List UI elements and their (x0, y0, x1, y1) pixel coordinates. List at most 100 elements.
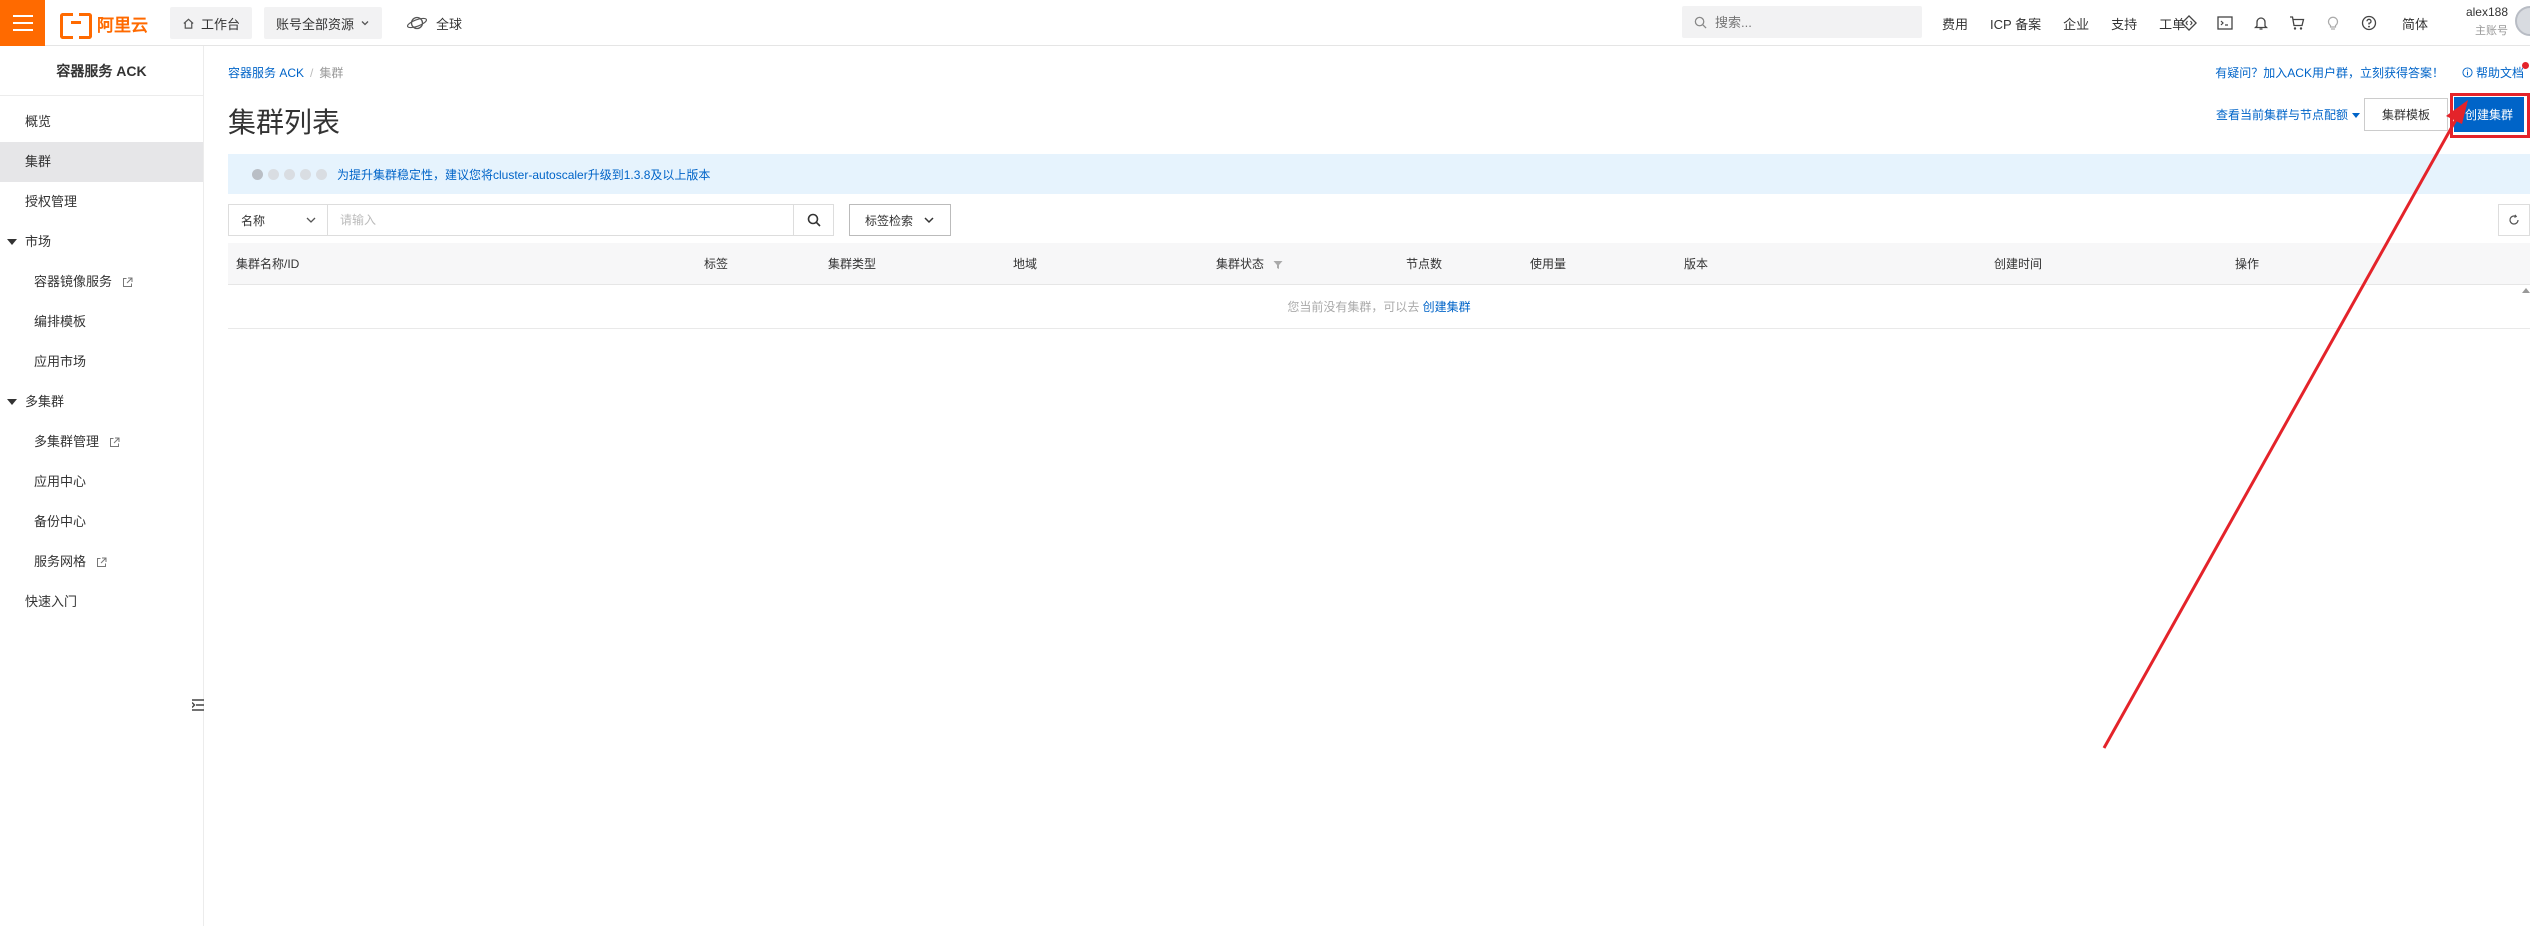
column-header-name: 集群名称/ID (236, 257, 300, 271)
top-navigation-bar: 阿里云 工作台 账号全部资源 全球 费用 ICP 备案 企业 支持 工单 简体 … (0, 0, 2530, 46)
nav-link-support[interactable]: 支持 (2111, 14, 2137, 33)
sidebar-group-market[interactable]: 市场 (0, 222, 203, 262)
help-docs-label: 帮助文档 (2475, 66, 2524, 80)
join-user-group-link[interactable]: 有疑问？加入ACK用户群，立刻获得答案！ (2215, 64, 2444, 81)
account-role: 主账号 (2475, 25, 2508, 37)
region-selector[interactable]: 全球 (406, 7, 462, 39)
username: alex188 (2465, 5, 2508, 19)
lightbulb-icon[interactable] (2324, 14, 2342, 32)
sidebar-item-app-market[interactable]: 应用市场 (0, 342, 203, 382)
column-header-tags: 标签 (704, 257, 729, 271)
sidebar-item-clusters[interactable]: 集群 (0, 142, 203, 182)
region-label: 全球 (436, 16, 463, 32)
account-scope-label: 账号全部资源 (276, 16, 355, 32)
sidebar-item-multicluster-management[interactable]: 多集群管理 (0, 422, 203, 462)
cluster-table-header: 集群名称/ID 标签 集群类型 地域 集群状态 节点数 使用量 版本 创建时间 … (228, 243, 2530, 285)
avatar[interactable] (2515, 6, 2530, 36)
filter-icon (1273, 260, 1283, 269)
chevron-down-icon (924, 217, 934, 224)
column-header-usage: 使用量 (1530, 257, 1567, 271)
page-title: 集群列表 (228, 107, 341, 138)
sidebar-group-multicluster[interactable]: 多集群 (0, 382, 203, 422)
breadcrumb-current: 集群 (319, 66, 344, 80)
global-search-input[interactable] (1715, 14, 1905, 30)
top-nav-icons (2180, 0, 2378, 46)
breadcrumb-separator: / (310, 66, 314, 80)
upgrade-notice-banner: 为提升集群稳定性，建议您将cluster-autoscaler升级到1.3.8及… (228, 154, 2530, 194)
aliyun-logo[interactable]: 阿里云 (60, 11, 148, 39)
nav-link-icp[interactable]: ICP 备案 (1990, 14, 2041, 33)
help-icon[interactable] (2360, 14, 2378, 32)
help-links: 有疑问？加入ACK用户群，立刻获得答案！ 帮助文档 (2215, 64, 2524, 81)
tag-filter-label: 标签检索 (864, 213, 913, 228)
terminal-icon[interactable] (2216, 14, 2234, 32)
search-button[interactable] (794, 204, 834, 236)
caret-down-icon (7, 399, 17, 405)
cluster-template-button[interactable]: 集群模板 (2364, 98, 2448, 131)
sidebar-group-market-label: 市场 (25, 234, 52, 249)
column-header-actions: 操作 (2235, 257, 2260, 271)
sidebar-item-backup-center[interactable]: 备份中心 (0, 502, 203, 542)
globe-icon (406, 16, 428, 30)
cluster-search-input[interactable] (328, 204, 794, 236)
account-scope-dropdown[interactable]: 账号全部资源 (264, 7, 383, 39)
sidebar-title: 容器服务 ACK (0, 46, 203, 96)
bell-icon[interactable] (2252, 14, 2270, 32)
column-header-nodes: 节点数 (1406, 257, 1443, 271)
filter-row: 名称 标签检索 (228, 204, 951, 236)
help-circle-icon (2462, 67, 2473, 78)
hamburger-menu-icon[interactable] (0, 0, 45, 46)
aliyun-logo-mark (60, 13, 92, 39)
create-cluster-button[interactable]: 创建集群 (2454, 97, 2524, 132)
caret-down-icon (7, 239, 17, 245)
top-nav-links: 费用 ICP 备案 企业 支持 工单 (1942, 0, 2185, 46)
column-header-status[interactable]: 集群状态 (1216, 243, 1283, 285)
external-link-icon (96, 557, 107, 568)
global-search-box[interactable] (1682, 6, 1922, 38)
nav-link-enterprise[interactable]: 企业 (2063, 14, 2089, 33)
cluster-quota-link[interactable]: 查看当前集群与节点配额 (2216, 106, 2361, 123)
sidebar-group-multicluster-label: 多集群 (25, 394, 65, 409)
code-icon[interactable] (2180, 14, 2198, 32)
external-link-icon (109, 437, 120, 448)
banner-text: 为提升集群稳定性，建议您将cluster-autoscaler升级到1.3.8及… (337, 167, 711, 182)
external-link-icon (122, 277, 133, 288)
main-content: 容器服务 ACK / 集群 有疑问？加入ACK用户群，立刻获得答案！ 帮助文档 集群… (204, 46, 2530, 926)
sidebar-item-label: 容器镜像服务 (34, 274, 113, 289)
loading-dots-icon (252, 168, 327, 180)
sidebar-item-label: 服务网格 (34, 554, 87, 569)
help-docs-link[interactable]: 帮助文档 (2462, 64, 2524, 81)
chevron-down-icon (306, 217, 316, 223)
search-icon (1694, 16, 1707, 29)
chevron-down-icon (361, 21, 369, 26)
sidebar-item-quick-start[interactable]: 快速入门 (0, 582, 203, 622)
search-field-select[interactable]: 名称 (228, 204, 328, 236)
sidebar-item-service-mesh[interactable]: 服务网格 (0, 542, 203, 582)
notification-dot (2522, 62, 2529, 69)
breadcrumb-root[interactable]: 容器服务 ACK (228, 66, 304, 80)
user-account-info[interactable]: alex188 主账号 (2460, 5, 2508, 38)
column-header-version: 版本 (1684, 257, 1709, 271)
sidebar-item-label: 多集群管理 (34, 434, 100, 449)
sidebar-item-templates[interactable]: 编排模板 (0, 302, 203, 342)
sidebar-collapse-icon[interactable] (191, 698, 204, 715)
empty-state-create-cluster-link[interactable]: 创建集群 (1423, 300, 1471, 314)
scroll-up-icon[interactable] (2522, 288, 2530, 293)
cluster-quota-label: 查看当前集群与节点配额 (2216, 108, 2349, 122)
sidebar-item-authorization[interactable]: 授权管理 (0, 182, 203, 222)
sidebar-item-overview[interactable]: 概览 (0, 102, 203, 142)
caret-down-icon (2352, 113, 2361, 119)
nav-link-billing[interactable]: 费用 (1942, 14, 1968, 33)
refresh-icon (2509, 214, 2519, 225)
search-icon (807, 213, 821, 227)
refresh-button[interactable] (2498, 204, 2530, 236)
breadcrumb: 容器服务 ACK / 集群 (228, 64, 343, 81)
sidebar: 容器服务 ACK 概览 集群 授权管理 市场 容器镜像服务 编排模板 应用市场 … (0, 46, 204, 926)
home-icon (183, 18, 194, 29)
language-switcher[interactable]: 简体 (2402, 14, 2428, 33)
cart-icon[interactable] (2288, 14, 2306, 32)
sidebar-item-container-registry[interactable]: 容器镜像服务 (0, 262, 203, 302)
tag-filter-dropdown[interactable]: 标签检索 (849, 204, 951, 236)
workbench-button[interactable]: 工作台 (170, 7, 253, 39)
sidebar-item-app-center[interactable]: 应用中心 (0, 462, 203, 502)
